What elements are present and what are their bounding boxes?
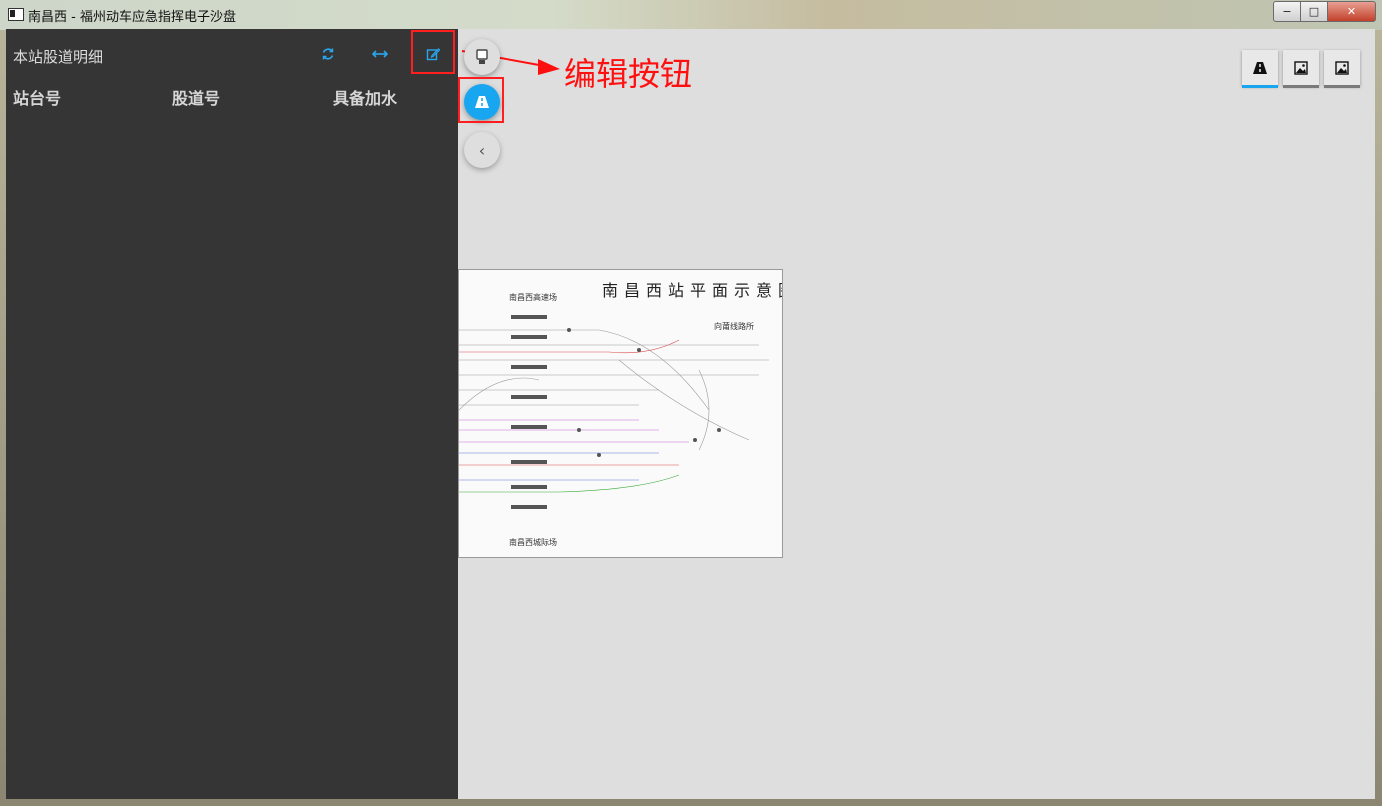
app-icon bbox=[8, 8, 24, 21]
image-icon bbox=[1294, 61, 1308, 75]
device-icon bbox=[476, 49, 488, 64]
edit-button-highlight bbox=[411, 30, 455, 74]
annotation-label: 编辑按钮 bbox=[564, 55, 693, 93]
station-map[interactable]: 南昌西站平面示意图 南昌西高速场 向莆线路所 南昌西城际场 bbox=[458, 269, 783, 558]
active-indicator bbox=[1242, 85, 1278, 88]
refresh-button[interactable] bbox=[315, 42, 341, 66]
panel-title: 本站股道明细 bbox=[13, 48, 104, 66]
minimize-button[interactable]: − bbox=[1273, 1, 1301, 22]
map-mode-road-button[interactable] bbox=[1242, 50, 1278, 88]
title-bar[interactable]: 南昌西 - 福州动车应急指挥电子沙盘 − □ ✕ bbox=[0, 0, 1382, 30]
road-icon bbox=[1253, 62, 1267, 74]
track-layout-highlight bbox=[458, 77, 504, 123]
maximize-button[interactable]: □ bbox=[1300, 1, 1328, 22]
window-title: 南昌西 - 福州动车应急指挥电子沙盘 bbox=[28, 10, 236, 25]
arrows-horizontal-icon bbox=[372, 50, 388, 58]
app-window: 南昌西 - 福州动车应急指挥电子沙盘 − □ ✕ 本站股道明细 站台号 股道号 … bbox=[0, 0, 1382, 806]
refresh-icon bbox=[322, 48, 334, 60]
expand-button[interactable] bbox=[367, 42, 393, 66]
column-platform[interactable]: 站台号 bbox=[13, 85, 61, 109]
track-diagram bbox=[459, 315, 769, 509]
column-track[interactable]: 股道号 bbox=[172, 85, 220, 109]
close-button[interactable]: ✕ bbox=[1327, 1, 1376, 22]
main-content: 本站股道明细 站台号 股道号 具备加水 编辑按钮 ‹ 南昌西站平面示意图 南昌西… bbox=[6, 29, 1375, 799]
image-icon bbox=[1335, 61, 1349, 75]
map-mode-image-button[interactable] bbox=[1283, 50, 1319, 88]
column-water[interactable]: 具备加水 bbox=[333, 85, 397, 109]
chevron-left-icon: ‹ bbox=[478, 140, 486, 160]
map-mode-image2-button[interactable] bbox=[1324, 50, 1360, 88]
device-button[interactable] bbox=[464, 39, 500, 75]
track-detail-panel: 本站股道明细 站台号 股道号 具备加水 bbox=[6, 29, 458, 799]
collapse-panel-button[interactable]: ‹ bbox=[464, 132, 500, 168]
